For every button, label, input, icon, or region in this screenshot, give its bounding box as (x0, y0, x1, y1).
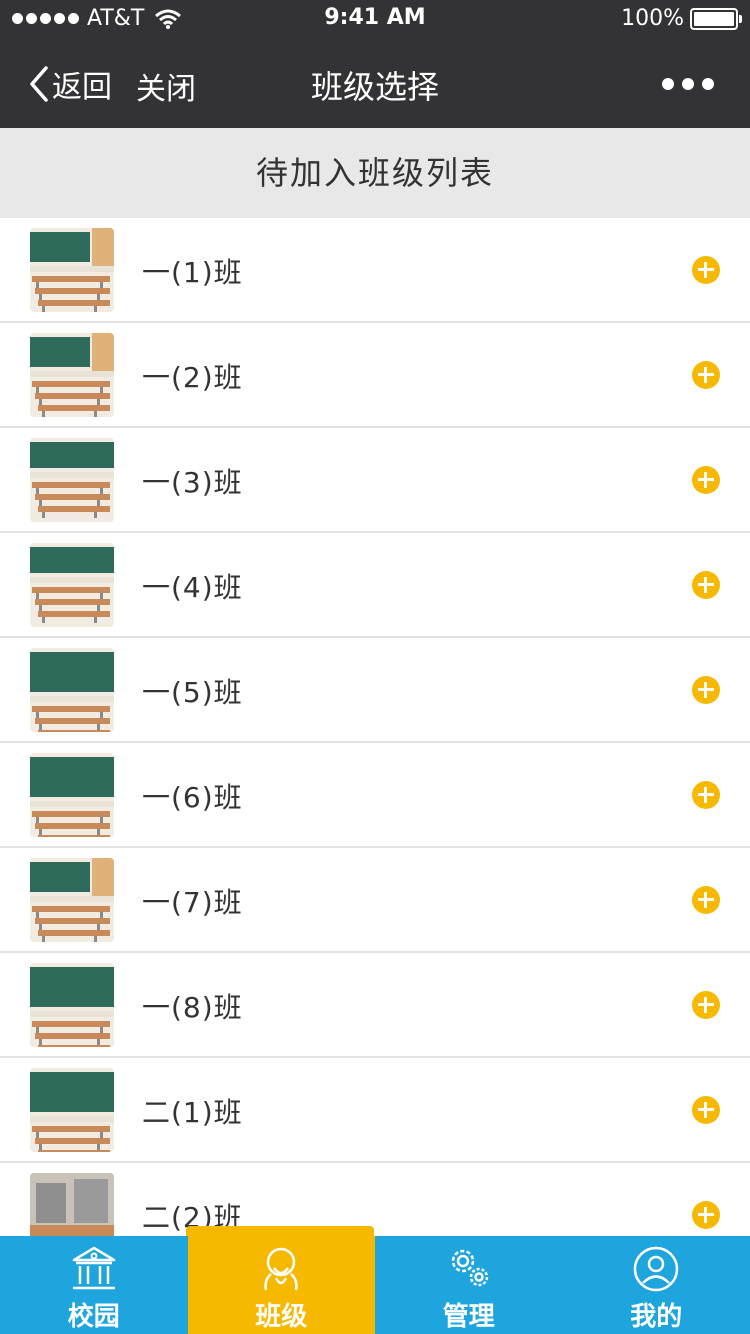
tab-class-label: 班级 (255, 1302, 308, 1332)
classroom-thumbnail (30, 963, 114, 1047)
class-name: 一(8)班 (142, 991, 243, 1024)
class-row[interactable]: 一(8)班 (0, 953, 750, 1058)
page-title: 班级选择 (310, 68, 439, 106)
class-name: 一(1)班 (142, 256, 243, 289)
classroom-thumbnail (30, 1173, 114, 1236)
classroom-thumbnail (30, 543, 114, 627)
add-circle-icon[interactable] (692, 256, 720, 284)
class-people-icon (264, 1247, 298, 1291)
class-name: 一(3)班 (142, 466, 243, 499)
class-list: 一(1)班一(2)班一(3)班一(4)班一(5)班一(6)班一(7)班一(8)班… (0, 218, 750, 1236)
class-row[interactable]: 一(3)班 (0, 428, 750, 533)
class-name: 一(4)班 (142, 571, 243, 604)
class-row[interactable]: 一(2)班 (0, 323, 750, 428)
classroom-thumbnail (30, 753, 114, 837)
tab-mine-label: 我的 (630, 1302, 683, 1332)
tab-campus-label: 校园 (67, 1302, 120, 1332)
add-circle-icon[interactable] (692, 361, 720, 389)
class-row[interactable]: 二(1)班 (0, 1058, 750, 1163)
class-row[interactable]: 一(5)班 (0, 638, 750, 743)
add-circle-icon[interactable] (692, 1096, 720, 1124)
status-right: 100% (621, 6, 742, 31)
class-name: 一(6)班 (142, 781, 243, 814)
tab-class[interactable]: 班级 (187, 1236, 375, 1334)
battery-percent: 100% (621, 6, 684, 31)
class-name: 一(5)班 (142, 676, 243, 709)
class-row[interactable]: 一(6)班 (0, 743, 750, 848)
class-name: 一(2)班 (142, 361, 243, 394)
tab-manage-label: 管理 (442, 1302, 495, 1332)
classroom-thumbnail (30, 648, 114, 732)
tab-campus[interactable]: 校园 (0, 1236, 188, 1334)
tab-mine[interactable]: 我的 (563, 1236, 750, 1334)
add-circle-icon[interactable] (692, 466, 720, 494)
classroom-thumbnail (30, 438, 114, 522)
gears-icon (451, 1249, 488, 1287)
add-circle-icon[interactable] (692, 886, 720, 914)
classroom-thumbnail (30, 1068, 114, 1152)
nav-bar: 返回 关闭 班级选择 (0, 40, 750, 128)
classroom-thumbnail (30, 228, 114, 312)
class-name: 二(1)班 (142, 1096, 243, 1129)
class-row[interactable]: 一(4)班 (0, 533, 750, 638)
more-menu-icon[interactable] (662, 78, 714, 90)
section-header: 待加入班级列表 (0, 128, 750, 218)
battery-icon (690, 7, 742, 30)
class-row[interactable]: 二(2)班 (0, 1163, 750, 1236)
add-circle-icon[interactable] (692, 1201, 720, 1229)
classroom-thumbnail (30, 333, 114, 417)
user-icon (634, 1246, 679, 1292)
tab-bar: 校园 班级 管理 我的 (0, 1236, 750, 1334)
class-name: 一(7)班 (142, 886, 243, 919)
add-circle-icon[interactable] (692, 991, 720, 1019)
add-circle-icon[interactable] (692, 676, 720, 704)
class-row[interactable]: 一(7)班 (0, 848, 750, 953)
tab-manage[interactable]: 管理 (375, 1236, 563, 1334)
class-row[interactable]: 一(1)班 (0, 218, 750, 323)
battery-fill (694, 11, 734, 26)
add-circle-icon[interactable] (692, 781, 720, 809)
campus-building-icon (72, 1246, 115, 1290)
status-bar: AT&T 9:41 AM 100% (0, 0, 750, 40)
classroom-thumbnail (30, 858, 114, 942)
add-circle-icon[interactable] (692, 571, 720, 599)
